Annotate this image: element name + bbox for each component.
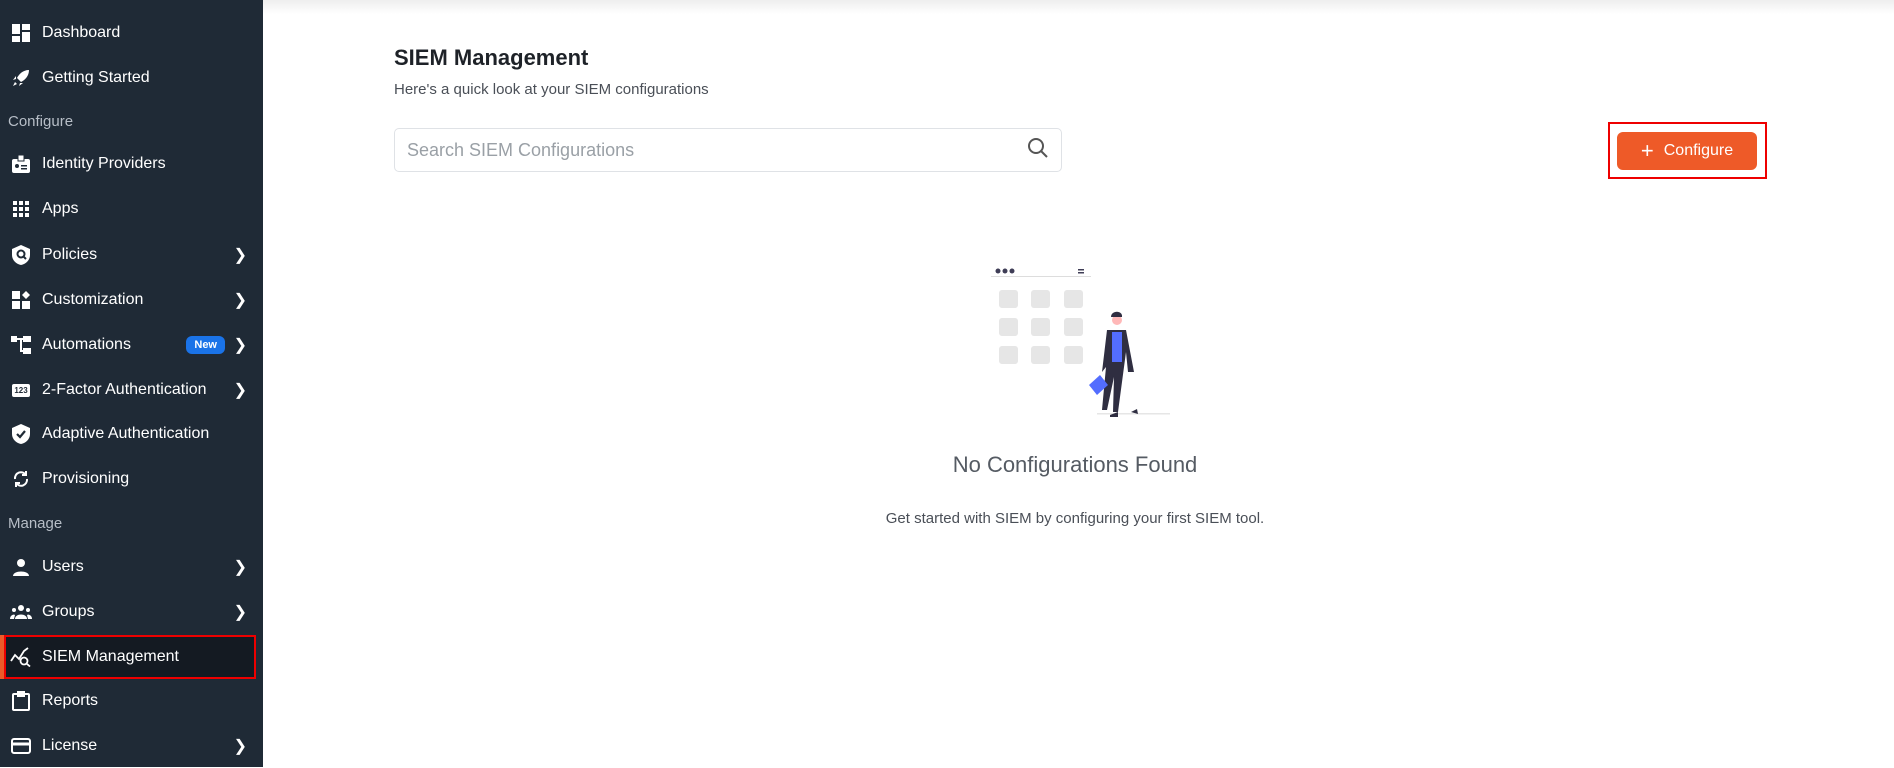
configure-button[interactable]: + Configure: [1617, 132, 1757, 170]
sidebar-item-label: Provisioning: [42, 470, 130, 487]
123-icon: 123: [12, 383, 30, 397]
sidebar-item-label: Automations: [42, 336, 131, 353]
sidebar-item-label: 2-Factor Authentication: [42, 381, 207, 398]
clipboard-icon: [10, 690, 32, 712]
search-input[interactable]: [407, 139, 1027, 161]
sidebar-item-adaptive-authentication[interactable]: Adaptive Authentication: [0, 412, 263, 456]
sidebar-item-label: License: [42, 737, 98, 754]
top-shadow: [263, 0, 1894, 14]
sidebar-item-label: Apps: [42, 200, 79, 217]
sidebar-item-apps[interactable]: Apps: [0, 187, 263, 231]
sidebar-item-groups[interactable]: Groups ❯: [0, 590, 263, 634]
groups-icon: [10, 601, 32, 623]
page-subtitle: Here's a quick look at your SIEM configu…: [394, 81, 709, 98]
sidebar-item-automations[interactable]: Automations New ❯: [0, 323, 263, 367]
search-icon[interactable]: [1027, 137, 1049, 164]
chevron-right-icon: ❯: [233, 337, 247, 354]
sidebar-item-provisioning[interactable]: Provisioning: [0, 457, 263, 501]
empty-state-illustration: [991, 268, 1170, 417]
section-configure: Configure: [8, 113, 74, 130]
widgets-icon: [10, 289, 32, 311]
sync-icon: [10, 468, 32, 490]
sidebar-item-users[interactable]: Users ❯: [0, 545, 263, 589]
sidebar-item-policies[interactable]: Policies ❯: [0, 233, 263, 277]
flow-icon: [10, 334, 32, 356]
sidebar-item-label: Users: [42, 558, 84, 575]
sidebar-item-2fa[interactable]: 123 2-Factor Authentication ❯: [0, 368, 263, 412]
plus-icon: +: [1640, 138, 1654, 163]
sidebar-item-label: SIEM Management: [42, 648, 179, 665]
page-title: SIEM Management: [394, 45, 589, 70]
chevron-right-icon: ❯: [233, 604, 247, 621]
sidebar-item-customization[interactable]: Customization ❯: [0, 278, 263, 322]
sidebar-item-label: Reports: [42, 692, 99, 709]
chevron-right-icon: ❯: [233, 559, 247, 576]
rocket-icon: [10, 67, 32, 89]
sidebar: Dashboard Getting Started Configure Iden…: [0, 0, 263, 767]
empty-state-subtitle: Get started with SIEM by configuring you…: [885, 510, 1265, 527]
sidebar-item-siem-management[interactable]: SIEM Management: [0, 635, 256, 679]
dashboard-icon: [10, 22, 32, 44]
shield-search-icon: [10, 244, 32, 266]
sidebar-item-label: Adaptive Authentication: [42, 425, 210, 442]
configure-label: Configure: [1663, 142, 1734, 159]
new-badge: New: [186, 336, 225, 354]
sidebar-item-label: Dashboard: [42, 24, 121, 41]
grid-icon: [10, 198, 32, 220]
search-box: [394, 128, 1062, 172]
siem-icon: [10, 646, 32, 668]
sidebar-item-getting-started[interactable]: Getting Started: [0, 56, 263, 100]
id-badge-icon: [10, 153, 32, 175]
sidebar-item-label: Identity Providers: [42, 155, 166, 172]
chevron-right-icon: ❯: [233, 382, 247, 399]
card-icon: [10, 735, 32, 757]
shield-check-icon: [10, 423, 32, 445]
sidebar-item-label: Getting Started: [42, 69, 150, 86]
chevron-right-icon: ❯: [233, 292, 247, 309]
sidebar-item-license[interactable]: License ❯: [0, 724, 263, 768]
sidebar-item-label: Policies: [42, 246, 98, 263]
chevron-right-icon: ❯: [233, 738, 247, 755]
empty-state-title: No Configurations Found: [952, 452, 1198, 477]
user-icon: [10, 556, 32, 578]
sidebar-item-label: Groups: [42, 603, 95, 620]
chevron-right-icon: ❯: [233, 247, 247, 264]
sidebar-item-dashboard[interactable]: Dashboard: [0, 11, 263, 55]
section-manage: Manage: [8, 515, 63, 532]
sidebar-item-identity-providers[interactable]: Identity Providers: [0, 142, 263, 186]
sidebar-item-label: Customization: [42, 291, 144, 308]
sidebar-item-reports[interactable]: Reports: [0, 679, 263, 723]
